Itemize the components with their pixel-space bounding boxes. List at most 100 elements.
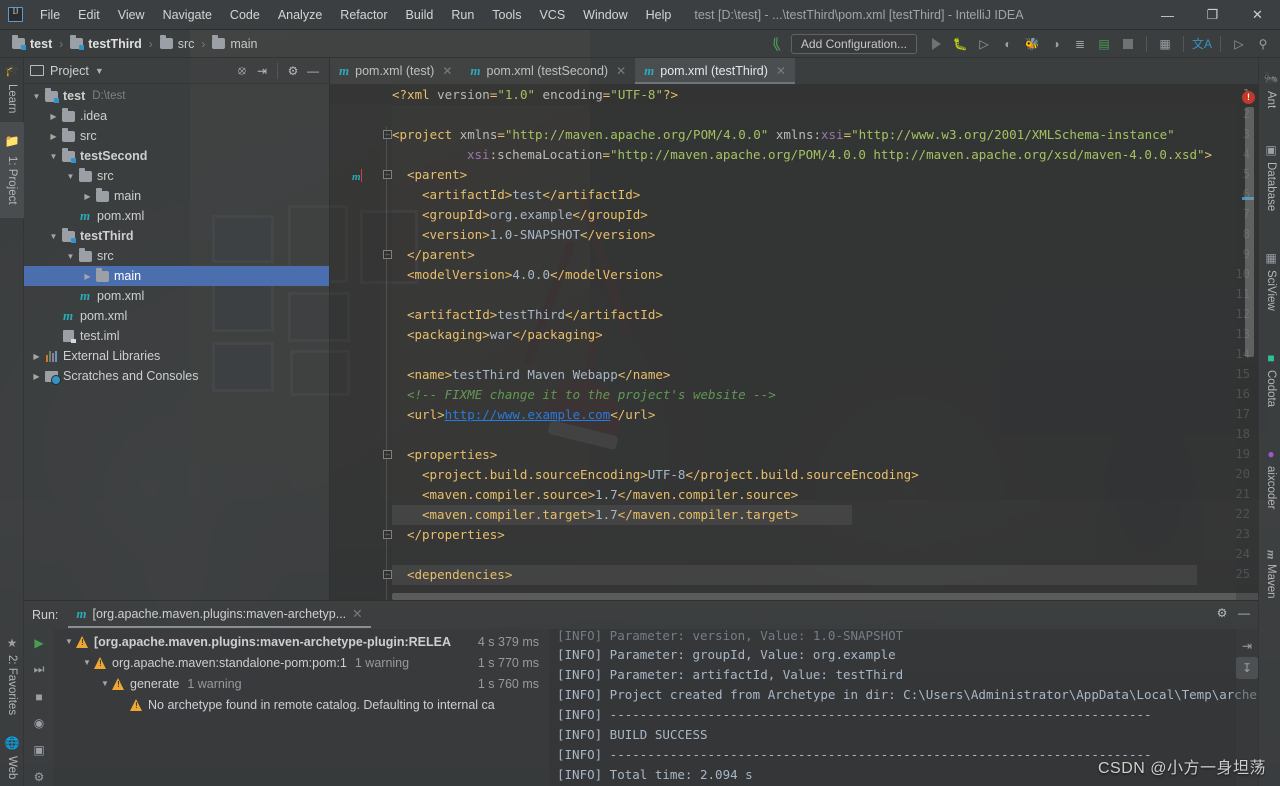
menu-refactor[interactable]: Refactor (331, 4, 396, 26)
sidebar-item-maven[interactable]: m Maven (1259, 536, 1280, 612)
run-tab[interactable]: m [org.apache.maven.plugins:maven-archet… (68, 603, 371, 628)
locate-icon[interactable]: ⦻ (232, 61, 252, 81)
chevron-down-icon[interactable]: ▼ (80, 658, 94, 667)
code-line[interactable]: <maven.compiler.target>1.7</maven.compil… (422, 507, 798, 522)
sidebar-item-codota[interactable]: ■ Codota (1259, 338, 1280, 420)
code-line[interactable]: <properties> (407, 447, 497, 462)
menu-vcs[interactable]: VCS (530, 4, 574, 26)
translate-icon[interactable]: 文A (1191, 33, 1213, 55)
chevron-down-icon[interactable]: ▼ (95, 66, 104, 76)
tab-pom-testsecond[interactable]: m pom.xml (testSecond) ✕ (461, 58, 635, 84)
code-line[interactable]: <project.build.sourceEncoding>UTF-8</pro… (422, 467, 919, 482)
stop-icon[interactable]: ■ (28, 687, 50, 707)
chevron-right-icon[interactable]: ▶ (30, 352, 43, 361)
fold-marker[interactable]: – (383, 530, 392, 539)
run-tree-row[interactable]: ▼ org.apache.maven:standalone-pom:pom:1 1 … (54, 652, 549, 673)
sidebar-item-ant[interactable]: 🐜 Ant (1259, 64, 1280, 116)
sidebar-item-project[interactable]: 📁 1: Project (0, 122, 24, 218)
breadcrumb-testthird[interactable]: testThird (66, 35, 145, 53)
code-token-link[interactable]: http://www.example.com (445, 407, 611, 422)
tree-item-pom-xml[interactable]: m pom.xml (24, 206, 329, 226)
run-icon[interactable] (925, 33, 947, 55)
breadcrumb-main[interactable]: main (208, 35, 261, 53)
menu-file[interactable]: File (31, 4, 69, 26)
sidebar-item-sciview[interactable]: ▦ SciView (1259, 238, 1280, 324)
tree-item-test[interactable]: ▼ test D:\test (24, 86, 329, 106)
tree-item-scratches-and-consoles[interactable]: ▶ Scratches and Consoles (24, 366, 329, 386)
soft-wrap-icon[interactable]: ⇥ (1236, 635, 1258, 657)
run-tree-row[interactable]: No archetype found in remote catalog. De… (54, 694, 549, 715)
breadcrumb-test[interactable]: test (8, 35, 56, 53)
run-tree-row[interactable]: ▼ [org.apache.maven.plugins:maven-archety… (54, 631, 549, 652)
filter-eye-icon[interactable]: ◉ (28, 713, 50, 733)
code-editor[interactable]: – – – – – – m 12345678910111213141516171… (330, 85, 1258, 600)
code-line[interactable]: </parent> (407, 247, 475, 262)
editor-scrollbar-thumb[interactable] (1245, 107, 1254, 357)
run-result-tree[interactable]: ▼[org.apache.maven.plugins:maven-archety… (54, 629, 549, 786)
error-badge-icon[interactable]: ! (1242, 91, 1255, 104)
build-hammer-icon[interactable]: ⟪ (765, 33, 787, 55)
breadcrumb-src[interactable]: src (156, 35, 199, 53)
sidebar-item-favorites[interactable]: ★ 2: Favorites (0, 628, 24, 724)
tab-pom-testthird[interactable]: m pom.xml (testThird) ✕ (635, 58, 795, 84)
chevron-down-icon[interactable]: ▼ (47, 232, 60, 241)
menu-build[interactable]: Build (397, 4, 443, 26)
close-icon[interactable]: ✕ (442, 64, 452, 78)
close-icon[interactable]: ✕ (352, 606, 362, 621)
run-with-coverage-icon[interactable]: ▷ (973, 33, 995, 55)
chevron-down-icon[interactable]: ▼ (98, 679, 112, 688)
chevron-down-icon[interactable]: ▼ (30, 92, 43, 101)
menu-edit[interactable]: Edit (69, 4, 109, 26)
fold-marker[interactable]: – (383, 250, 392, 259)
project-tree[interactable]: ▼ test D:\test ▶ .idea ▶ src ▼ testSecond ▼ src ▶ ma… (24, 84, 329, 386)
tree-item--idea[interactable]: ▶ .idea (24, 106, 329, 126)
minimize-button[interactable]: — (1145, 0, 1190, 30)
code-line[interactable]: <version>1.0-SNAPSHOT</version> (422, 227, 655, 242)
chevron-right-icon[interactable]: ▶ (81, 272, 94, 281)
chevron-down-icon[interactable]: ▼ (64, 172, 77, 181)
settings-gear-icon[interactable]: ⚙ (1212, 603, 1232, 623)
menu-help[interactable]: Help (637, 4, 681, 26)
maven-gutter-icon[interactable]: m (352, 169, 362, 183)
code-line[interactable]: <maven.compiler.source>1.7</maven.compil… (422, 487, 798, 502)
code-content[interactable]: <?xml version="1.0" encoding="UTF-8"?> <p… (392, 85, 1226, 600)
fold-marker[interactable]: – (383, 170, 392, 179)
tree-item-main[interactable]: ▶ main (24, 266, 329, 286)
code-line[interactable]: xsi:schemaLocation="http://maven.apache.… (467, 147, 1212, 162)
menu-tools[interactable]: Tools (483, 4, 530, 26)
run-tree-row[interactable]: ▼ generate 1 warning 1 s 760 ms (54, 673, 549, 694)
menu-code[interactable]: Code (221, 4, 269, 26)
menu-bar[interactable]: File Edit View Navigate Code Analyze Ref… (31, 4, 680, 26)
chevron-down-icon[interactable]: ▼ (47, 152, 60, 161)
code-line[interactable]: <?xml version="1.0" encoding="UTF-8"?> (392, 87, 678, 102)
code-line[interactable]: <parent> (407, 167, 467, 182)
updating-icon[interactable]: ▷ (1228, 33, 1250, 55)
code-line[interactable]: <artifactId>test</artifactId> (422, 187, 640, 202)
chevron-right-icon[interactable]: ▶ (47, 112, 60, 121)
scroll-to-end-icon[interactable]: ↧ (1236, 657, 1258, 679)
fold-marker[interactable]: – (383, 130, 392, 139)
menu-run[interactable]: Run (442, 4, 483, 26)
hide-icon[interactable]: — (1234, 603, 1254, 623)
fold-marker[interactable]: – (383, 570, 392, 579)
maximize-button[interactable]: ❐ (1190, 0, 1235, 30)
run-configuration-selector[interactable]: Add Configuration... (790, 33, 917, 54)
tree-item-test-iml[interactable]: test.iml (24, 326, 329, 346)
code-line[interactable]: <dependencies> (407, 567, 512, 582)
code-line[interactable]: <artifactId>testThird</artifactId> (407, 307, 663, 322)
profile-icon[interactable]: ◐ (997, 33, 1019, 55)
tree-item-testthird[interactable]: ▼ testThird (24, 226, 329, 246)
close-icon[interactable]: ✕ (776, 64, 786, 78)
search-everywhere-icon[interactable]: ⚲ (1252, 33, 1274, 55)
debug-icon[interactable]: 🐛 (949, 33, 971, 55)
settings-icon[interactable]: ⚙ (28, 767, 50, 786)
menu-navigate[interactable]: Navigate (154, 4, 221, 26)
attach-process-icon[interactable]: 🐝 (1021, 33, 1043, 55)
skip-to-end-icon[interactable]: ⏭ (28, 660, 50, 680)
code-line[interactable]: <modelVersion>4.0.0</modelVersion> (407, 267, 663, 282)
code-folding-rail[interactable]: – – – – – – (382, 85, 392, 600)
tree-item-pom-xml[interactable]: m pom.xml (24, 306, 329, 326)
tree-item-external-libraries[interactable]: ▶ External Libraries (24, 346, 329, 366)
tree-item-src[interactable]: ▼ src (24, 246, 329, 266)
code-line[interactable]: <url>http://www.example.com</url> (407, 407, 655, 422)
